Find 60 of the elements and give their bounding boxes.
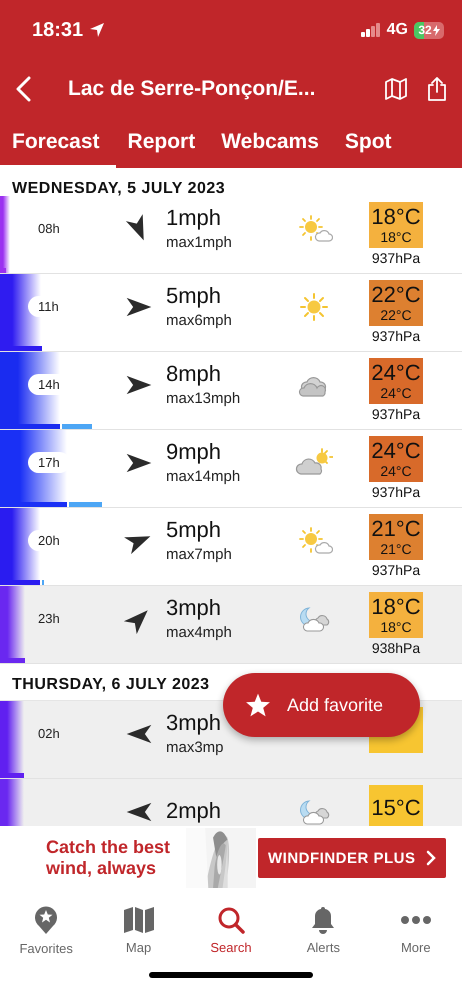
- pressure: 937hPa: [372, 328, 420, 344]
- more-icon: [400, 916, 431, 924]
- nav-item[interactable]: Map: [98, 904, 179, 956]
- hour-label: 02h: [37, 725, 61, 743]
- wind-speed: 1mph: [166, 206, 222, 231]
- location-arrow-icon: [89, 22, 106, 38]
- window-title: Lac de Serre-Ponçon/E...: [67, 77, 316, 101]
- felt-temperature: 18°C: [380, 228, 412, 245]
- star-icon: [245, 692, 271, 718]
- max-wind-speed: max7mph: [166, 546, 233, 563]
- star-pin-icon: [33, 904, 60, 934]
- max-wind-speed: max3mp: [166, 738, 225, 756]
- status-time: 18:31: [32, 18, 84, 42]
- tab[interactable]: Report: [116, 118, 210, 168]
- tab[interactable]: Spot: [332, 118, 406, 168]
- wind-speed: 5mph: [166, 284, 222, 309]
- max-wind-speed: max14mph: [166, 468, 242, 485]
- temperature: 15°C: [371, 796, 421, 820]
- max-wind-speed: max4mph: [166, 624, 233, 641]
- temperature: 18°C: [371, 595, 421, 619]
- max-wind-speed: max13mph: [166, 390, 242, 407]
- bell-icon: [311, 906, 336, 934]
- map-icon: [122, 906, 155, 934]
- felt-temperature: 21°C: [380, 540, 412, 557]
- pressure: 937hPa: [372, 484, 420, 500]
- signal-icon: [360, 23, 381, 37]
- map-icon[interactable]: [382, 75, 410, 103]
- nav-item[interactable]: Alerts: [283, 904, 364, 956]
- temperature: 24°C: [371, 439, 421, 463]
- tab[interactable]: Forecast: [0, 118, 116, 168]
- wind-speed: 2mph: [166, 799, 222, 824]
- max-wind-speed: max1mph: [166, 234, 233, 251]
- nav-item[interactable]: Favorites: [6, 904, 86, 956]
- nav-item[interactable]: Search: [190, 904, 271, 956]
- windfinder-plus-button[interactable]: WINDFINDER PLUS: [258, 838, 446, 878]
- search-icon: [216, 906, 245, 934]
- network-label: 4G: [386, 21, 408, 39]
- nav-item[interactable]: More: [376, 904, 456, 956]
- wind-speed: 3mph: [166, 711, 222, 736]
- wind-speed: 8mph: [166, 362, 222, 387]
- temperature: 24°C: [371, 361, 421, 385]
- felt-temperature: 24°C: [380, 384, 412, 401]
- max-wind-speed: max6mph: [166, 312, 233, 329]
- tab[interactable]: Webcams: [209, 118, 333, 168]
- temperature: 18°C: [371, 205, 421, 229]
- felt-temperature: 18°C: [380, 618, 412, 635]
- chevron-icon: [426, 850, 436, 866]
- temperature: 22°C: [371, 283, 421, 307]
- hour-label: 23h: [37, 610, 61, 628]
- pressure: 937hPa: [372, 562, 420, 578]
- wind-speed: 9mph: [166, 440, 222, 465]
- felt-temperature: 24°C: [380, 462, 412, 479]
- pressure: 938hPa: [372, 640, 420, 656]
- temperature: 21°C: [371, 517, 421, 541]
- felt-temperature: 22°C: [380, 306, 412, 323]
- wind-speed: 5mph: [166, 518, 222, 543]
- pressure: 937hPa: [372, 406, 420, 422]
- promo-text: Catch the best wind, always: [46, 837, 172, 879]
- pressure: 937hPa: [372, 250, 420, 266]
- wind-speed: 3mph: [166, 596, 222, 621]
